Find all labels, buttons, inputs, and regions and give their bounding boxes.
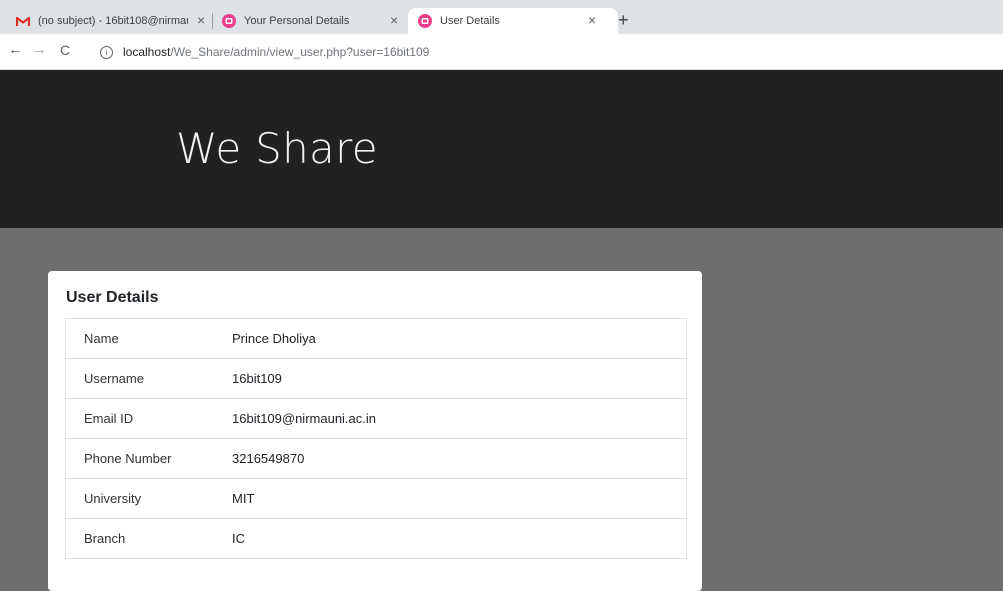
site-header	[0, 70, 1003, 228]
new-tab-button[interactable]: +	[618, 10, 629, 31]
site-icon	[222, 14, 236, 28]
user-details-table: Name Prince Dholiya Username 16bit109 Em…	[65, 318, 687, 559]
table-row: Name Prince Dholiya	[66, 319, 686, 359]
tab-title: User Details	[440, 15, 500, 27]
row-value: 3216549870	[232, 451, 305, 466]
table-row: Email ID 16bit109@nirmauni.ac.in	[66, 399, 686, 439]
tab-strip: (no subject) - 16bit108@nirmaun × Your P…	[0, 0, 1003, 34]
row-label: Branch	[84, 531, 126, 546]
table-row: University MIT	[66, 479, 686, 519]
tab-separator	[212, 13, 213, 29]
close-icon[interactable]: ×	[588, 12, 596, 28]
forward-button[interactable]: →	[32, 41, 47, 58]
table-row: Phone Number 3216549870	[66, 439, 686, 479]
row-label: Email ID	[84, 411, 134, 426]
url-path: /We_Share/admin/view_user.php?user=16bit…	[170, 45, 430, 59]
address-bar[interactable]: i localhost/We_Share/admin/view_user.php…	[100, 42, 429, 62]
tab-user-details[interactable]: User Details ×	[408, 8, 618, 34]
close-icon[interactable]: ×	[197, 12, 205, 28]
tab-gmail[interactable]: (no subject) - 16bit108@nirmaun ×	[16, 8, 206, 34]
address-toolbar: ← → C i localhost/We_Share/admin/view_us…	[0, 34, 1003, 70]
tab-personal-details[interactable]: Your Personal Details ×	[222, 8, 402, 34]
row-label: Phone Number	[84, 451, 172, 466]
site-icon	[418, 14, 432, 28]
reload-button[interactable]: C	[60, 42, 70, 58]
row-value: 16bit109@nirmauni.ac.in	[232, 411, 377, 426]
back-button[interactable]: ←	[8, 41, 23, 58]
url-host: localhost	[123, 45, 171, 59]
row-value: 16bit109	[232, 371, 282, 386]
close-icon[interactable]: ×	[390, 12, 398, 28]
row-value: Prince Dholiya	[232, 331, 316, 346]
tab-title: (no subject) - 16bit108@nirmaun	[38, 15, 188, 27]
site-brand[interactable]: We Share	[176, 124, 378, 173]
user-details-card: User Details Name Prince Dholiya Usernam…	[48, 271, 702, 591]
row-value: IC	[232, 531, 245, 546]
card-title: User Details	[66, 289, 159, 306]
tab-title: Your Personal Details	[244, 15, 350, 27]
gmail-icon	[16, 14, 30, 28]
row-label: Username	[84, 371, 144, 386]
row-label: University	[84, 491, 142, 506]
table-row: Username 16bit109	[66, 359, 686, 399]
row-label: Name	[84, 331, 119, 346]
info-icon[interactable]: i	[100, 45, 113, 59]
table-row: Branch IC	[66, 519, 686, 559]
row-value: MIT	[232, 491, 255, 506]
